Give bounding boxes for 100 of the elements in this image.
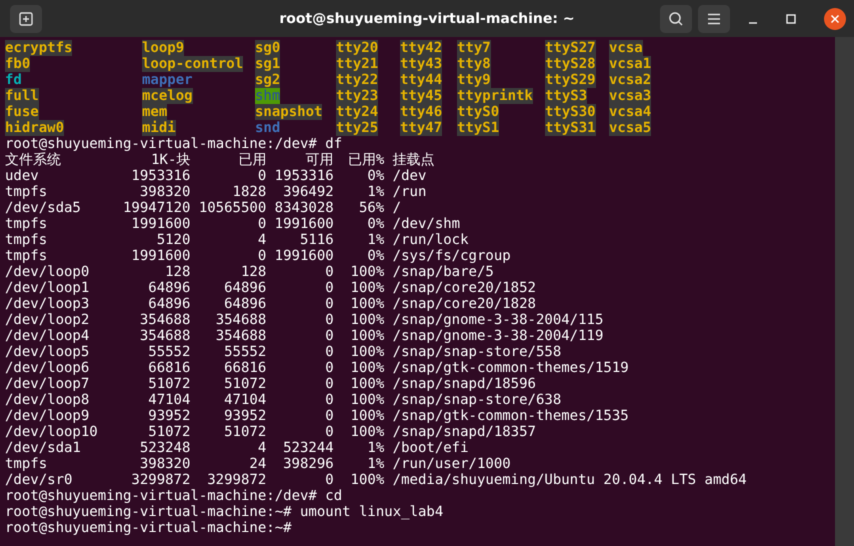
table-cell-text: 66816	[147, 360, 190, 376]
table-cell-text: 51072	[223, 424, 266, 440]
table-cell-text: 1953316	[274, 168, 334, 184]
column-header: 已用%	[346, 152, 384, 168]
file-name: ttyS0	[457, 104, 500, 120]
table-cell-text: 100%	[350, 328, 384, 344]
new-tab-button[interactable]	[10, 4, 42, 32]
table-cell-text: /dev/loop4	[5, 328, 90, 344]
table-cell-text: 0	[324, 296, 334, 312]
scrollbar-track[interactable]	[835, 37, 854, 546]
minimize-icon	[748, 22, 758, 24]
table-cell-text: 396492	[282, 184, 334, 200]
table-cell-text: 100%	[350, 472, 384, 488]
file-name: vcsa4	[609, 104, 652, 120]
table-cell-text: 1953316	[130, 168, 190, 184]
menu-icon	[707, 12, 721, 24]
table-cell-text: 1%	[366, 232, 384, 248]
search-icon	[668, 10, 684, 26]
file-name: ttyS3	[545, 88, 588, 104]
table-cell-text: 0	[324, 280, 334, 296]
file-name: vcsa5	[609, 120, 652, 136]
table-cell-text: 0	[324, 344, 334, 360]
menu-button[interactable]	[698, 4, 730, 32]
column-header: 1K-块	[150, 152, 190, 168]
search-button[interactable]	[660, 4, 692, 32]
table-cell-text: /dev/loop0	[5, 264, 90, 280]
file-name: ttyS28	[545, 56, 596, 72]
table-cell-text: /dev/loop3	[5, 296, 90, 312]
table-cell-text: /snap/bare/5	[392, 264, 495, 280]
table-cell-text: 0	[256, 248, 266, 264]
file-name: midi	[142, 120, 176, 136]
table-cell-text: /snap/core20/1852	[392, 280, 537, 296]
file-name: ttyS30	[545, 104, 596, 120]
file-name: sg0	[255, 40, 280, 56]
table-cell-text: 55552	[147, 344, 190, 360]
window-title: root@shuyueming-virtual-machine: ~	[279, 10, 575, 26]
command-text: cd	[325, 488, 342, 504]
table-cell-text: 398296	[282, 456, 334, 472]
file-name: tty25	[336, 120, 378, 136]
file-name: snapshot	[255, 104, 322, 120]
table-cell-text: 55552	[223, 344, 266, 360]
table-cell-text: /snap/gnome-3-38-2004/119	[392, 328, 604, 344]
table-cell-text: 10565500	[198, 200, 266, 216]
table-cell-text: /snap/snapd/18357	[392, 424, 537, 440]
table-cell-text: 0	[324, 472, 334, 488]
table-cell-text: 354688	[214, 312, 266, 328]
file-name: mcelog	[142, 88, 193, 104]
file-name: fd	[5, 72, 22, 88]
table-cell-text: 0	[324, 376, 334, 392]
table-cell-text: 64896	[223, 280, 266, 296]
table-cell-text: 93952	[223, 408, 266, 424]
table-cell-text: 1991600	[274, 248, 334, 264]
table-cell-text: 47104	[223, 392, 266, 408]
file-name: vcsa	[609, 40, 643, 56]
file-name: tty20	[336, 40, 378, 56]
table-cell-text: 0	[324, 328, 334, 344]
file-name: fb0	[5, 56, 30, 72]
table-cell-text: 8343028	[274, 200, 334, 216]
table-cell-text: tmpfs	[5, 248, 48, 264]
file-name: tty21	[336, 56, 378, 72]
file-name: shm	[255, 88, 280, 104]
table-cell-text: /	[392, 200, 402, 216]
file-name: tty43	[400, 56, 442, 72]
table-cell-text: 354688	[214, 328, 266, 344]
table-cell-text: /sys/fs/cgroup	[392, 248, 512, 264]
file-name: sg1	[255, 56, 280, 72]
table-cell-text: 398320	[138, 184, 190, 200]
table-cell-text: 1991600	[130, 216, 190, 232]
table-cell-text: 100%	[350, 264, 384, 280]
new-tab-icon	[18, 10, 34, 26]
table-cell-text: 64896	[223, 296, 266, 312]
table-cell-text: 3299872	[206, 472, 266, 488]
table-cell-text: 128	[164, 264, 190, 280]
table-cell-text: 0%	[366, 216, 384, 232]
table-cell-text: 51072	[223, 376, 266, 392]
column-header: 挂载点	[392, 152, 436, 168]
table-cell-text: /dev/loop10	[5, 424, 99, 440]
table-cell-text: 354688	[138, 312, 190, 328]
table-cell-text: 0	[324, 360, 334, 376]
table-cell-text: 51072	[147, 376, 190, 392]
table-cell-text: /snap/gtk-common-themes/1535	[392, 408, 630, 424]
shell-prompt: root@shuyueming-virtual-machine:/dev#	[5, 488, 317, 504]
file-name: snd	[255, 120, 280, 136]
table-cell-text: 100%	[350, 344, 384, 360]
table-cell-text: 523248	[138, 440, 190, 456]
close-button[interactable]	[824, 8, 846, 30]
file-name: ttyS27	[545, 40, 596, 56]
table-cell-text: /snap/gtk-common-themes/1519	[392, 360, 630, 376]
table-cell-text: 100%	[350, 408, 384, 424]
table-cell-text: 128	[240, 264, 266, 280]
table-cell-text: /snap/snap-store/558	[392, 344, 562, 360]
table-cell-text: 5116	[298, 232, 334, 248]
table-cell-text: /dev/loop5	[5, 344, 90, 360]
table-cell-text: 64896	[147, 280, 190, 296]
table-cell-text: tmpfs	[5, 216, 48, 232]
table-cell-text: 47104	[147, 392, 190, 408]
maximize-icon	[786, 14, 796, 24]
command-text: df	[325, 136, 342, 152]
file-name: ttyprintk	[457, 88, 533, 104]
table-cell-text: 0	[324, 312, 334, 328]
